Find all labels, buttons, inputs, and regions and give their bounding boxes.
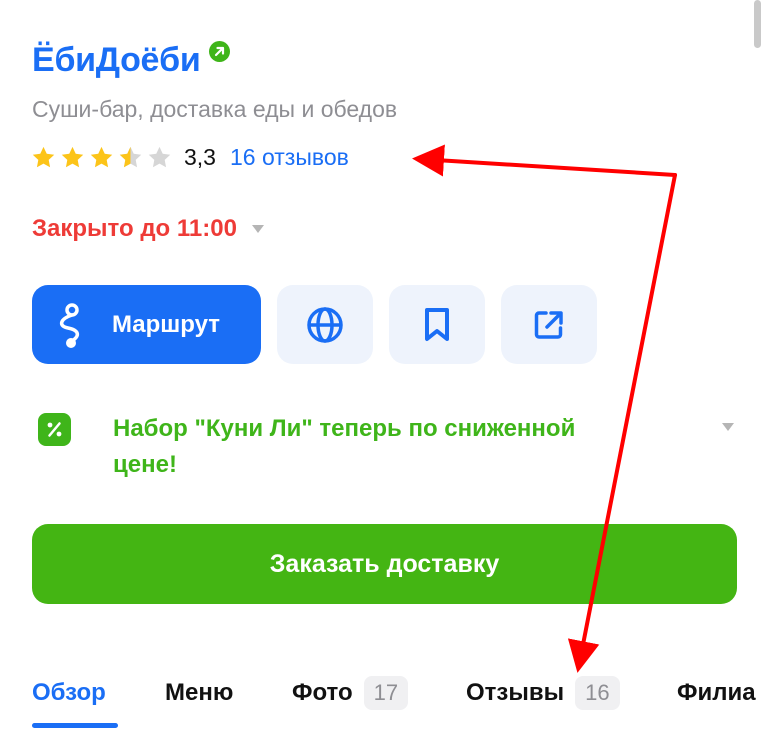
- tab-menu[interactable]: Меню: [165, 673, 233, 713]
- tab-label: Фото: [292, 679, 353, 706]
- scrollbar[interactable]: [754, 0, 761, 48]
- promo-text: Набор "Куни Ли" теперь по сниженной цене…: [113, 415, 576, 478]
- tab-bar: Обзор Меню Фото 17 Отзывы 16 Филиа: [32, 673, 763, 713]
- place-category: Суши-бар, доставка еды и обедов: [32, 96, 398, 122]
- order-delivery-label: Заказать доставку: [269, 549, 500, 578]
- star-icon: [32, 146, 55, 167]
- empty-star-icon: [148, 146, 171, 167]
- active-tab-indicator: [32, 723, 118, 728]
- percent-icon: [38, 413, 71, 446]
- tab-overview[interactable]: Обзор: [32, 673, 106, 713]
- promo-banner[interactable]: Набор "Куни Ли" теперь по сниженной цене…: [38, 410, 738, 480]
- tab-count-badge: 16: [575, 676, 620, 710]
- place-title[interactable]: ЁбиДоёби: [32, 38, 201, 82]
- tab-branches[interactable]: Филиа: [677, 673, 756, 713]
- chevron-down-icon: [251, 225, 264, 233]
- star-icon: [61, 146, 84, 167]
- action-buttons: Маршрут: [32, 285, 597, 364]
- tab-label: Обзор: [32, 679, 106, 706]
- tab-label: Меню: [165, 679, 234, 706]
- rating-value: 3,3: [184, 143, 216, 170]
- tab-photos[interactable]: Фото 17: [292, 673, 409, 713]
- share-icon: [534, 310, 563, 339]
- rating-row: 3,3 16 отзывов: [31, 142, 349, 172]
- hours-status: Закрыто до 11:00: [32, 215, 237, 242]
- bookmark-button[interactable]: [389, 285, 485, 364]
- tab-count-badge: 17: [363, 676, 409, 710]
- route-label: Маршрут: [112, 310, 221, 338]
- title-row: ЁбиДоёби: [32, 38, 231, 82]
- hours-toggle[interactable]: Закрыто до 11:00: [32, 213, 265, 245]
- share-button[interactable]: [501, 285, 597, 364]
- tab-label: Филиа: [677, 679, 756, 706]
- place-card: ЁбиДоёби Суши-бар, доставка еды и обедов: [0, 0, 763, 751]
- website-button[interactable]: [277, 285, 373, 364]
- bookmark-icon: [425, 307, 449, 341]
- chevron-down-icon: [722, 423, 734, 431]
- tab-label: Отзывы: [466, 679, 565, 706]
- verified-icon: [209, 41, 231, 62]
- reviews-link[interactable]: 16 отзывов: [230, 144, 349, 171]
- tab-reviews[interactable]: Отзывы 16: [466, 673, 620, 713]
- route-icon: [59, 302, 80, 348]
- order-delivery-button[interactable]: Заказать доставку: [32, 524, 737, 604]
- star-icon: [90, 146, 113, 167]
- route-button[interactable]: Маршрут: [32, 285, 261, 364]
- rating-stars: [31, 145, 176, 170]
- globe-icon: [307, 306, 343, 343]
- half-star-icon: [119, 146, 142, 167]
